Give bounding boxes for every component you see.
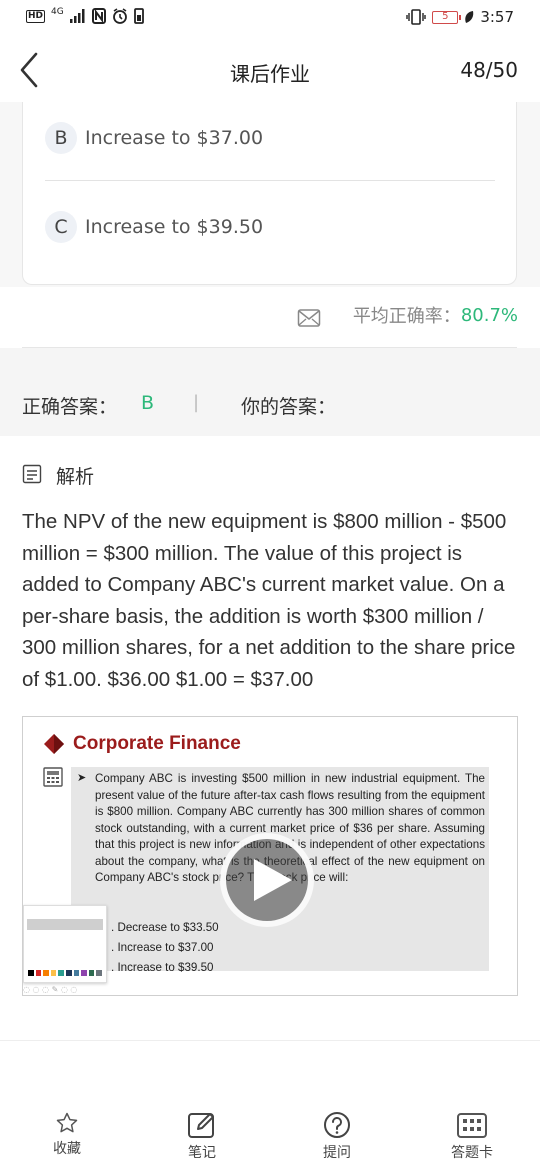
option-divider [45,180,495,181]
pen-color-swatch [73,970,80,976]
nfc-icon [91,8,106,24]
accuracy-label: 平均正确率： [352,306,461,327]
pen-color-swatch [65,970,72,976]
pen-menu-item [27,943,103,954]
answer-separator: | [193,392,200,413]
question-counter: 48/50 [460,58,518,82]
options-card: B Increase to $37.00 C Increase to $39.5… [22,102,517,285]
analysis-text: The NPV of the new equipment is $800 mil… [22,510,516,691]
average-accuracy: 平均正确率： 80.7% [353,302,518,328]
pen-color-swatch [35,970,42,976]
mail-icon [297,309,321,327]
diamond-logo-icon [44,734,64,754]
explanation-video[interactable]: Corporate Finance ➤ Company ABC is inves… [22,716,518,996]
page-title: 课后作业 [230,62,310,86]
slide-option: . Increase to $37.00 [111,941,214,954]
your-answer-label: 你的答案： [241,396,337,418]
option-text: Increase to $39.50 [85,216,264,238]
leaf-icon [465,11,474,23]
pen-menu-item [27,955,103,966]
tab-label: 答题卡 [451,1145,493,1161]
option-text: Increase to $37.00 [85,127,264,149]
bullet-arrow-icon: ➤ [77,771,87,784]
status-bar: HD 4G 5 3:57 [0,0,540,36]
pen-color-swatch [28,970,34,976]
alarm-icon [112,8,127,24]
analysis-title: 解析 [56,466,95,488]
pen-menu-item [27,907,103,918]
slide-title: Corporate Finance [73,733,241,754]
tab-ask[interactable]: 提问 [297,1111,377,1162]
nav-header: 课后作业 48/50 [0,36,540,102]
star-icon [56,1112,78,1133]
pen-color-swatch [58,970,64,976]
slide-option: . Decrease to $33.50 [111,921,219,934]
tab-label: 提问 [323,1145,351,1161]
calculator-icon [43,767,63,787]
play-button[interactable] [220,833,314,927]
tab-label: 收藏 [53,1141,81,1157]
slide-option: . Increase to $39.50 [111,961,214,974]
pen-color-swatch [88,970,95,976]
pen-menu-item [27,931,103,942]
accuracy-value: 80.7% [460,304,518,326]
correct-answer-label: 正确答案： [22,396,118,418]
play-icon [254,859,292,901]
hd-badge: HD [26,9,46,23]
analysis-document-icon [22,464,42,484]
tab-answer-card[interactable]: 答题卡 [432,1111,512,1162]
option-c[interactable]: C Increase to $39.50 [45,207,263,247]
tab-favorite[interactable]: 收藏 [27,1111,107,1158]
storage-icon [133,8,144,24]
option-letter: C [45,211,77,243]
pen-color-swatch [43,970,49,976]
correct-answer-value: B [141,392,155,414]
pen-color-swatch [96,970,102,976]
pen-color-swatch [50,970,57,976]
note-edit-icon [188,1113,214,1138]
battery-icon: 5 [432,10,462,24]
bottom-nav: 收藏 笔记 提问 答题卡 [0,1085,540,1170]
pen-tool-menu [23,905,107,983]
network-type: 4G [51,6,64,17]
option-letter: B [45,122,77,154]
pen-color-swatch [81,970,87,976]
signal-icon [69,9,85,23]
answer-card-icon [457,1113,487,1138]
pen-color-palette [28,970,102,976]
tab-label: 笔记 [188,1145,216,1161]
question-icon [324,1112,350,1138]
tab-notes[interactable]: 笔记 [162,1111,242,1162]
clock-time: 3:57 [480,8,514,26]
option-b[interactable]: B Increase to $37.00 [45,118,263,158]
vibrate-icon [406,9,427,25]
slide-toolbar-icons: ◌ ◌ ◌ ✎ ◌ ◌ [23,985,78,994]
pen-menu-item [27,919,103,930]
divider [0,1040,540,1041]
